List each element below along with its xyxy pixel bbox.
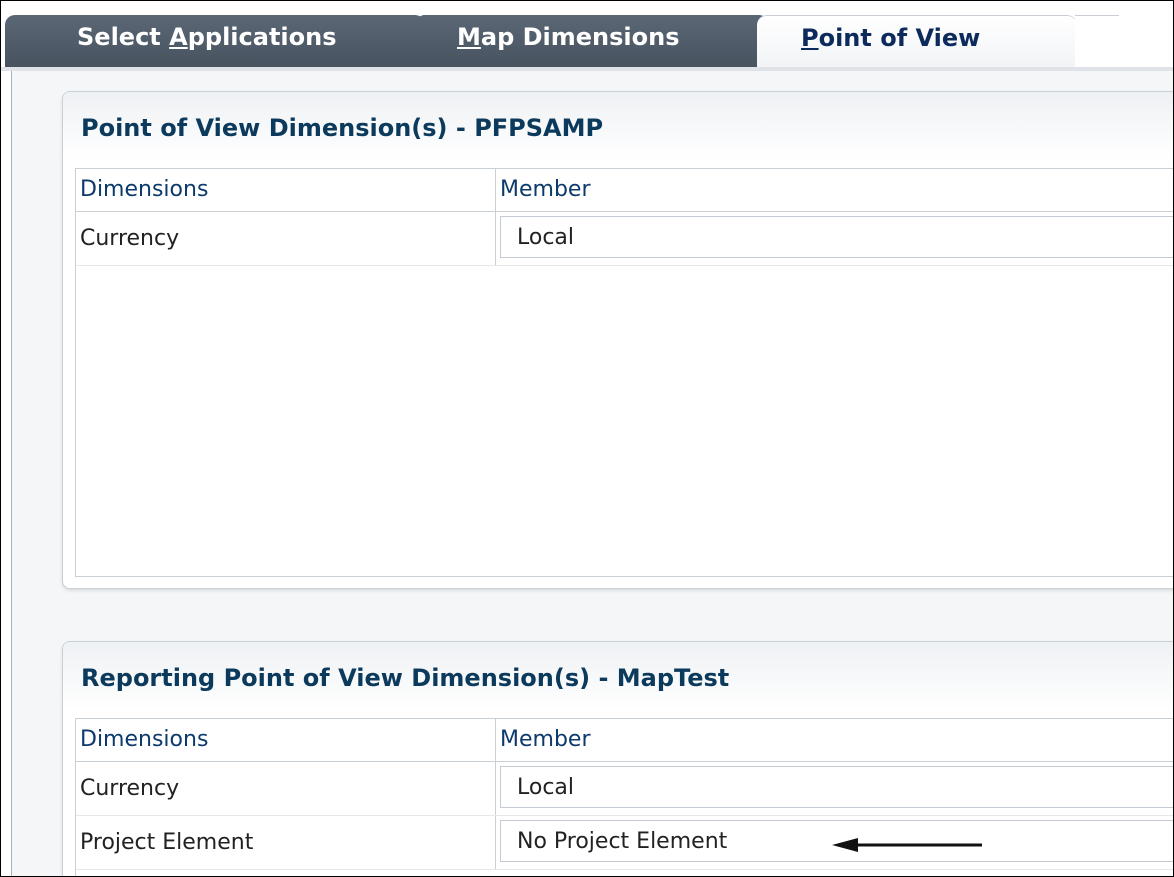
dimension-name: Currency — [76, 762, 496, 815]
column-header-member[interactable]: Member — [496, 719, 1173, 761]
column-header-dimensions[interactable]: Dimensions — [76, 169, 496, 211]
panel-title: Reporting Point of View Dimension(s) - M… — [81, 664, 730, 692]
member-cell: Local — [496, 762, 1173, 815]
application-frame: Select Applications Map Dimensions Point… — [0, 0, 1174, 877]
left-arrow-icon — [832, 838, 982, 852]
tab-map-dimensions[interactable]: Map Dimensions — [415, 15, 793, 71]
table-row: Currency Local — [76, 762, 1173, 816]
tab-mnemonic: A — [169, 23, 188, 51]
tab-strip: Select Applications Map Dimensions Point… — [1, 1, 1173, 72]
tab-label-post: pplications — [187, 23, 337, 51]
tab-mnemonic: M — [457, 23, 481, 51]
tab-select-applications[interactable]: Select Applications — [5, 15, 449, 71]
member-cell: Local — [496, 212, 1173, 265]
tab-label-post: ap Dimensions — [480, 23, 680, 51]
table-row: Currency Local — [76, 212, 1173, 266]
tab-content-area: Point of View Dimension(s) - PFPSAMP Dim… — [11, 71, 1173, 876]
member-cell: No Project Element — [496, 816, 1173, 869]
table-header-row: Dimensions Member — [76, 168, 1173, 212]
panel-header: Reporting Point of View Dimension(s) - M… — [63, 642, 1173, 710]
pov-dimensions-table: Dimensions Member Currency Local — [75, 168, 1173, 577]
pov-dimensions-panel: Point of View Dimension(s) - PFPSAMP Dim… — [62, 91, 1173, 589]
tab-point-of-view[interactable]: Point of View — [757, 15, 1119, 72]
dimension-name: Project Element — [76, 816, 496, 869]
column-header-dimensions[interactable]: Dimensions — [76, 719, 496, 761]
tab-label-post: oint of View — [818, 24, 981, 52]
tab-mnemonic: P — [801, 24, 819, 52]
table-header-row: Dimensions Member — [76, 718, 1173, 762]
member-field[interactable]: Local — [500, 216, 1173, 258]
reporting-dimensions-table: Dimensions Member Currency Local Project… — [75, 718, 1173, 876]
panel-title: Point of View Dimension(s) - PFPSAMP — [81, 114, 604, 142]
column-header-member[interactable]: Member — [496, 169, 1173, 211]
dimension-name: Currency — [76, 212, 496, 265]
tab-label-pre: Select — [77, 23, 170, 51]
panel-header: Point of View Dimension(s) - PFPSAMP — [63, 92, 1173, 160]
table-row: Project Element No Project Element — [76, 816, 1173, 870]
reporting-pov-dimensions-panel: Reporting Point of View Dimension(s) - M… — [62, 641, 1173, 876]
member-field[interactable]: Local — [500, 766, 1173, 808]
